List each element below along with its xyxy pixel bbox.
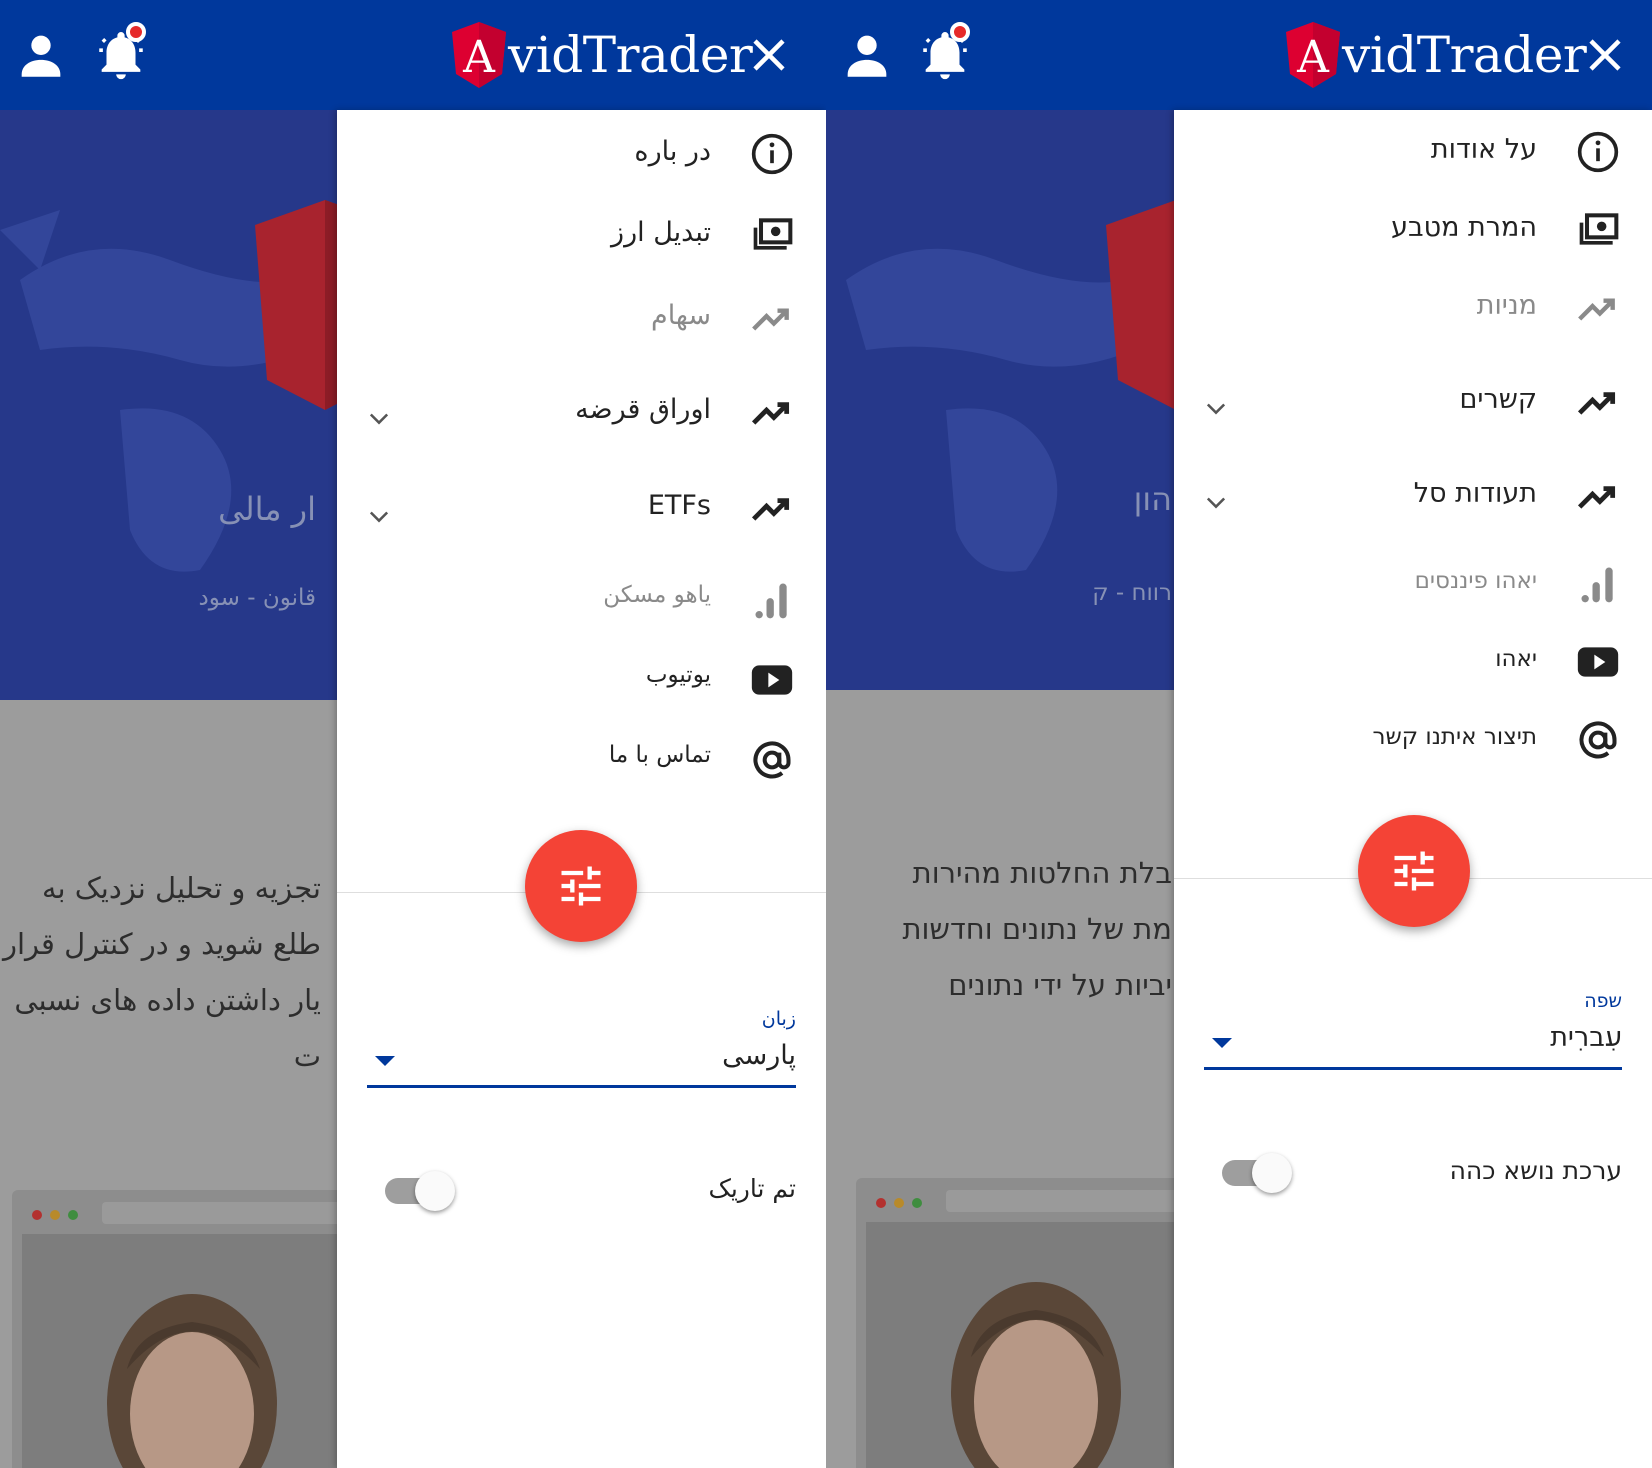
side-drawer: על אודות המרת מטבע מניות קשרים תעודות סל…: [1174, 110, 1652, 1468]
dark-theme-toggle-thumb[interactable]: [1252, 1153, 1292, 1193]
menu-item-label: اوراق قرضه: [575, 394, 711, 425]
browser-mockup: [12, 1190, 372, 1468]
side-drawer: در باره تبدیل ارز سهام اوراق قرضه ETFs ی…: [337, 110, 826, 1468]
menu-item-label: תעודות סל: [1413, 478, 1537, 509]
menu-item-bonds[interactable]: קשרים: [1174, 372, 1652, 432]
language-select-value[interactable]: پارسی: [722, 1040, 796, 1071]
youtube-icon: [1576, 640, 1620, 684]
persian-screen: ار مالی قانون - سود تجزیه و تحلیل نزدیک …: [0, 0, 826, 1468]
body-text: בלת החלטות מהירות מת של נתונים וחדשות יב…: [902, 856, 1172, 1002]
notification-badge: [950, 22, 970, 42]
tune-icon: [561, 866, 601, 906]
menu-item-label: תיצור איתנו קשר: [1372, 724, 1537, 750]
app-logo: A vidTrader: [1286, 20, 1587, 90]
tune-icon: [1394, 851, 1434, 891]
money-icon: [750, 213, 794, 257]
woman-photo: [866, 1222, 1206, 1468]
menu-item-label: یوتیوب: [645, 662, 711, 688]
menu-item-contact[interactable]: תיצור איתנו קשר: [1174, 710, 1652, 770]
language-select-value[interactable]: עִברִית: [1550, 1022, 1622, 1053]
app-logo: A vidTrader: [452, 20, 753, 90]
info-icon: [1576, 130, 1620, 174]
account-icon[interactable]: [12, 26, 70, 84]
trending-up-icon: [1576, 380, 1620, 424]
chevron-down-icon[interactable]: [365, 502, 393, 530]
trending-up-icon: [750, 390, 794, 434]
trending-up-icon: [1576, 286, 1620, 330]
dark-theme-toggle-thumb[interactable]: [415, 1171, 455, 1211]
svg-text:A: A: [462, 32, 496, 83]
logo-shield-icon: A: [452, 22, 506, 88]
dropdown-arrow-icon[interactable]: [1212, 1038, 1232, 1048]
menu-item-about[interactable]: در باره: [337, 124, 826, 184]
trending-up-icon: [1576, 474, 1620, 518]
signal-bars-icon: [1576, 562, 1620, 606]
info-icon: [750, 132, 794, 176]
menu-item-youtube[interactable]: יאהו: [1174, 632, 1652, 692]
hero-subtitle: قانون - سود: [198, 585, 317, 611]
hero-subtitle: רווח - ק: [1092, 580, 1172, 606]
language-field-label: שפה: [1584, 990, 1622, 1012]
menu-item-stocks[interactable]: מניות: [1174, 278, 1652, 338]
language-select-underline: [367, 1085, 796, 1088]
at-sign-icon: [750, 738, 794, 782]
signal-bars-icon: [750, 578, 794, 622]
menu-item-bonds[interactable]: اوراق قرضه: [337, 382, 826, 442]
language-field-label: زبان: [761, 1008, 796, 1030]
youtube-icon: [750, 658, 794, 702]
browser-mockup: [856, 1178, 1216, 1468]
dropdown-arrow-icon[interactable]: [375, 1056, 395, 1066]
chevron-down-icon[interactable]: [365, 404, 393, 432]
logo-text: vidTrader: [1342, 26, 1587, 84]
logo-shield-icon: A: [1286, 22, 1340, 88]
top-app-bar: A vidTrader: [826, 0, 1652, 110]
menu-item-currency[interactable]: המרת מטבע: [1174, 200, 1652, 260]
menu-item-etfs[interactable]: תעודות סל: [1174, 466, 1652, 526]
language-select-underline: [1204, 1067, 1622, 1070]
menu-item-etfs[interactable]: ETFs: [337, 478, 826, 538]
settings-fab[interactable]: [525, 830, 637, 942]
hebrew-screen: הון רווח - ק בלת החלטות מהירות מת של נתו…: [826, 0, 1652, 1468]
account-icon[interactable]: [838, 26, 896, 84]
at-sign-icon: [1576, 718, 1620, 762]
menu-item-label: קשרים: [1459, 384, 1537, 415]
body-text: تجزیه و تحلیل نزدیک به طلع شوید و در کنت…: [2, 871, 321, 1073]
menu-item-label: יאהו פיננסים: [1414, 568, 1537, 594]
hero-title: ار مالی: [218, 490, 316, 528]
hero-title: הון: [1133, 480, 1172, 518]
logo-text: vidTrader: [508, 26, 753, 84]
money-icon: [1576, 208, 1620, 252]
dark-theme-label: تم تاریک: [708, 1174, 796, 1203]
close-icon[interactable]: [748, 34, 790, 76]
close-icon[interactable]: [1584, 34, 1626, 76]
trending-up-icon: [750, 296, 794, 340]
menu-item-label: تبدیل ارز: [611, 217, 711, 248]
chevron-down-icon[interactable]: [1202, 394, 1230, 422]
dark-theme-label: ערכת נושא כהה: [1449, 1156, 1622, 1185]
menu-item-label: ETFs: [647, 490, 711, 521]
menu-item-label: تماس با ما: [608, 742, 711, 768]
menu-item-label: יאהו: [1495, 646, 1537, 672]
menu-item-label: על אודות: [1430, 134, 1537, 165]
menu-item-label: یاهو مسکن: [603, 582, 711, 608]
menu-item-yahoo-finance[interactable]: יאהו פיננסים: [1174, 554, 1652, 614]
menu-item-currency[interactable]: تبدیل ارز: [337, 205, 826, 265]
chevron-down-icon[interactable]: [1202, 488, 1230, 516]
menu-item-label: در باره: [634, 136, 711, 167]
top-app-bar: A vidTrader: [0, 0, 826, 110]
menu-item-label: מניות: [1476, 290, 1537, 321]
svg-text:A: A: [1296, 32, 1330, 83]
trending-up-icon: [750, 486, 794, 530]
menu-item-label: המרת מטבע: [1391, 212, 1537, 243]
notification-badge: [126, 22, 146, 42]
menu-item-contact[interactable]: تماس با ما: [337, 730, 826, 790]
menu-item-yahoo-housing[interactable]: یاهو مسکن: [337, 570, 826, 630]
menu-item-youtube[interactable]: یوتیوب: [337, 650, 826, 710]
menu-item-about[interactable]: על אודות: [1174, 122, 1652, 182]
menu-item-label: سهام: [650, 300, 711, 331]
settings-fab[interactable]: [1358, 815, 1470, 927]
woman-photo: [22, 1234, 362, 1468]
menu-item-stocks[interactable]: سهام: [337, 288, 826, 348]
